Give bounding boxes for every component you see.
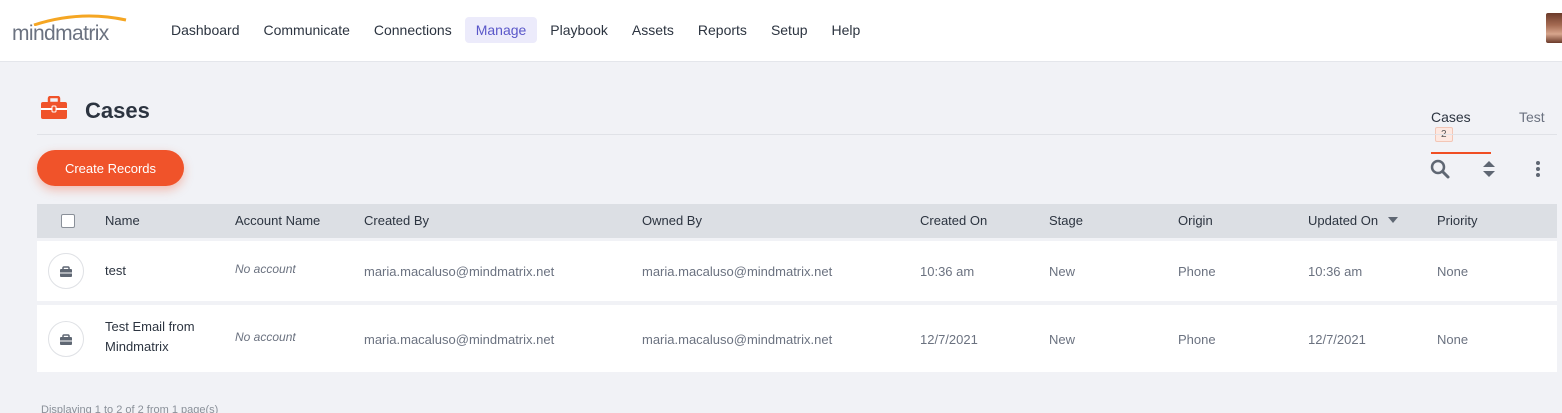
- column-header-created-on[interactable]: Created On: [920, 213, 987, 228]
- priority: None: [1437, 264, 1469, 279]
- priority: None: [1437, 332, 1469, 347]
- column-header-owned-by[interactable]: Owned By: [642, 213, 702, 228]
- mindmatrix-logo[interactable]: mindmatrix: [12, 14, 132, 46]
- column-header-name[interactable]: Name: [105, 213, 140, 228]
- case-name[interactable]: Test Email from Mindmatrix: [105, 317, 220, 357]
- owned-by: maria.macaluso@mindmatrix.net: [642, 332, 833, 347]
- nav-item-playbook[interactable]: Playbook: [539, 17, 619, 43]
- tab-cases[interactable]: Cases2: [1431, 109, 1491, 154]
- select-all-checkbox[interactable]: [61, 214, 75, 228]
- nav-item-connections[interactable]: Connections: [363, 17, 463, 43]
- updated-on: 10:36 am: [1308, 264, 1363, 279]
- nav-item-reports[interactable]: Reports: [687, 17, 758, 43]
- table-header: Name Account Name Created By Owned By Cr…: [37, 204, 1557, 238]
- sort-icon[interactable]: [1478, 158, 1500, 180]
- page-title: Cases: [85, 98, 150, 123]
- column-header-updated-on[interactable]: Updated On: [1308, 213, 1398, 228]
- search-icon[interactable]: [1429, 158, 1451, 180]
- nav-item-help[interactable]: Help: [821, 17, 872, 43]
- briefcase-icon: [41, 96, 67, 119]
- header-divider: [37, 134, 1557, 135]
- tab-cases-label: Cases: [1431, 109, 1471, 125]
- briefcase-icon: [60, 334, 72, 345]
- user-avatar[interactable]: [1546, 13, 1562, 43]
- created-on: 12/7/2021: [920, 332, 978, 347]
- nav-item-communicate[interactable]: Communicate: [253, 17, 361, 43]
- account-name: No account: [235, 330, 296, 344]
- nav-item-dashboard[interactable]: Dashboard: [160, 17, 251, 43]
- stage: New: [1049, 264, 1076, 279]
- column-header-updated-on-label: Updated On: [1308, 213, 1379, 228]
- row-avatar: [48, 321, 84, 357]
- column-header-stage[interactable]: Stage: [1049, 213, 1083, 228]
- logo-text: mindmatrix: [12, 22, 109, 45]
- row-avatar: [48, 253, 84, 289]
- top-navigation: mindmatrix Dashboard Communicate Connect…: [0, 0, 1562, 62]
- origin: Phone: [1178, 332, 1216, 347]
- case-name[interactable]: test: [105, 261, 220, 281]
- created-by: maria.macaluso@mindmatrix.net: [364, 332, 555, 347]
- created-on: 10:36 am: [920, 264, 975, 279]
- column-header-account-name[interactable]: Account Name: [235, 213, 320, 228]
- pagination-summary: Displaying 1 to 2 of 2 from 1 page(s): [41, 404, 219, 413]
- main-nav: Dashboard Communicate Connections Manage…: [160, 17, 873, 43]
- table-row[interactable]: Test Email from Mindmatrix No account ma…: [37, 305, 1557, 372]
- nav-item-manage[interactable]: Manage: [464, 17, 538, 43]
- account-name: No account: [235, 262, 296, 276]
- updated-on: 12/7/2021: [1308, 332, 1366, 347]
- origin: Phone: [1178, 264, 1216, 279]
- stage: New: [1049, 332, 1076, 347]
- create-records-button[interactable]: Create Records: [37, 150, 184, 186]
- table-row[interactable]: test No account maria.macaluso@mindmatri…: [37, 241, 1557, 301]
- tab-test[interactable]: Test: [1519, 109, 1545, 125]
- briefcase-icon: [60, 266, 72, 277]
- nav-item-assets[interactable]: Assets: [621, 17, 685, 43]
- column-header-created-by[interactable]: Created By: [364, 213, 429, 228]
- owned-by: maria.macaluso@mindmatrix.net: [642, 264, 833, 279]
- nav-item-setup[interactable]: Setup: [760, 17, 819, 43]
- column-header-priority[interactable]: Priority: [1437, 213, 1477, 228]
- column-header-origin[interactable]: Origin: [1178, 213, 1213, 228]
- more-vertical-icon[interactable]: [1527, 158, 1549, 180]
- sort-desc-icon: [1387, 217, 1398, 223]
- created-by: maria.macaluso@mindmatrix.net: [364, 264, 555, 279]
